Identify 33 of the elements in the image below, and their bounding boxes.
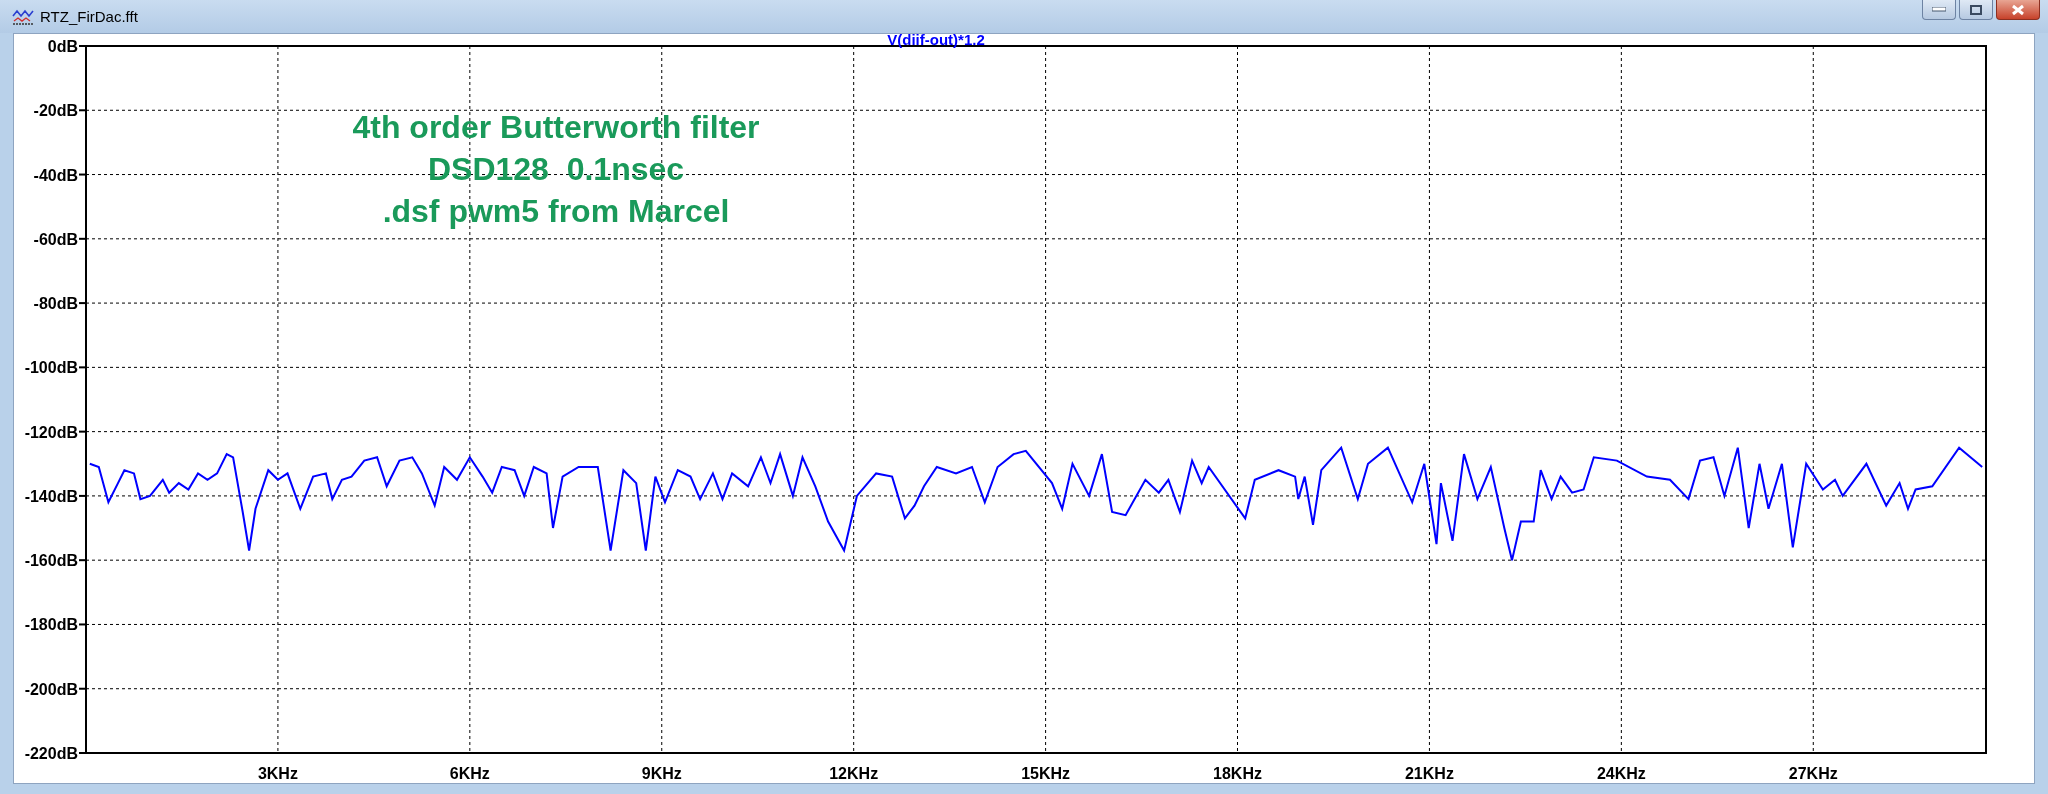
waveform-app-icon: [12, 7, 34, 26]
window-title: RTZ_FirDac.fft: [40, 8, 138, 25]
y-tick-label: -100dB: [24, 359, 78, 377]
y-tick-label: -160dB: [24, 552, 78, 570]
maximize-button[interactable]: [1959, 0, 1993, 20]
x-tick-label: 15KHz: [1021, 765, 1071, 782]
x-tick-label: 3KHz: [257, 765, 298, 782]
y-tick-label: -60dB: [33, 230, 78, 248]
x-tick-label: 27KHz: [1788, 765, 1838, 782]
trace-label: V(diif-out)*1.2: [887, 34, 985, 48]
x-tick-label: 9KHz: [641, 765, 682, 782]
y-tick-label: -200dB: [24, 680, 78, 698]
x-tick-label: 21KHz: [1405, 765, 1454, 782]
y-tick-label: -40dB: [33, 166, 78, 184]
minimize-icon: [1932, 7, 1946, 12]
annotation-text: 4th order Butterworth filter: [352, 109, 760, 145]
y-tick-label: -140dB: [24, 487, 78, 505]
y-tick-label: -220dB: [24, 745, 78, 762]
maximize-icon: [1970, 4, 1982, 15]
y-tick-label: 0dB: [47, 38, 78, 55]
close-button[interactable]: [1996, 0, 2040, 20]
x-tick-label: 18KHz: [1213, 765, 1262, 782]
y-tick-label: -80dB: [33, 295, 78, 313]
x-tick-label: 24KHz: [1596, 765, 1646, 782]
y-tick-label: -180dB: [24, 616, 78, 634]
annotation-text: DSD128 0.1nsec: [427, 151, 685, 187]
close-icon: [2011, 3, 2025, 16]
annotation-text: .dsf pwm5 from Marcel: [382, 193, 730, 229]
y-tick-label: -120dB: [24, 423, 78, 441]
y-tick-label: -20dB: [33, 102, 78, 120]
minimize-button[interactable]: [1922, 0, 1956, 20]
x-tick-label: 12KHz: [829, 765, 879, 782]
x-tick-label: 6KHz: [449, 765, 490, 782]
